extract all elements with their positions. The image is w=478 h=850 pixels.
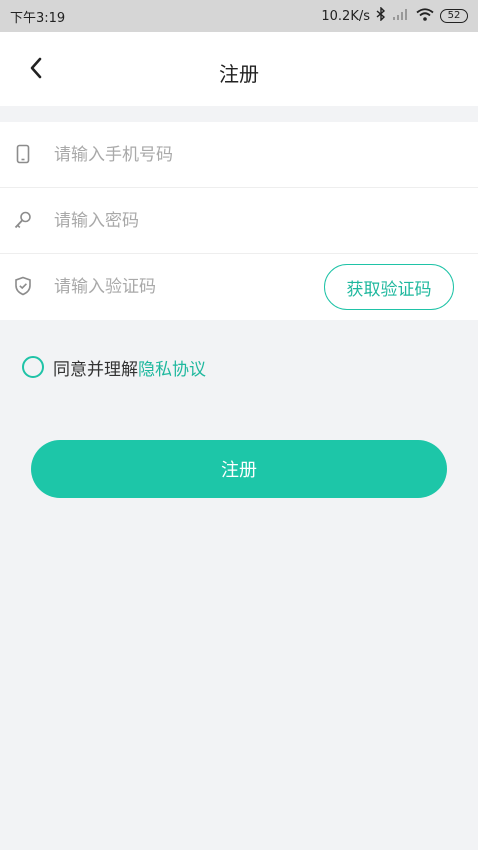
status-time: 下午3:19 [10, 10, 66, 26]
get-code-button[interactable]: 获取验证码 [324, 264, 454, 310]
agreement-text: 同意并理解 [53, 359, 138, 380]
signal-icon [392, 8, 410, 24]
bluetooth-icon [376, 6, 386, 25]
status-indicators: 10.2K/s 52 [321, 6, 468, 25]
key-icon [12, 209, 34, 231]
network-speed: 10.2K/s [321, 8, 370, 24]
agree-checkbox[interactable] [22, 356, 44, 378]
password-row [0, 188, 478, 254]
code-row: 获取验证码 [0, 254, 478, 320]
header: 注册 [0, 32, 478, 106]
agreement-row: 同意并理解 隐私协议 [22, 355, 206, 380]
verification-code-input[interactable] [54, 272, 304, 302]
phone-row [0, 122, 478, 188]
register-button[interactable]: 注册 [31, 440, 447, 498]
privacy-policy-link[interactable]: 隐私协议 [138, 355, 206, 380]
status-bar: 下午3:19 10.2K/s 52 [0, 0, 478, 32]
register-form: 获取验证码 [0, 122, 478, 320]
phone-icon [12, 143, 34, 165]
battery-indicator: 52 [440, 9, 468, 23]
page-title: 注册 [219, 62, 259, 86]
password-input[interactable] [54, 206, 304, 236]
phone-input[interactable] [54, 140, 304, 170]
wifi-icon [416, 7, 434, 25]
shield-icon [12, 275, 34, 297]
